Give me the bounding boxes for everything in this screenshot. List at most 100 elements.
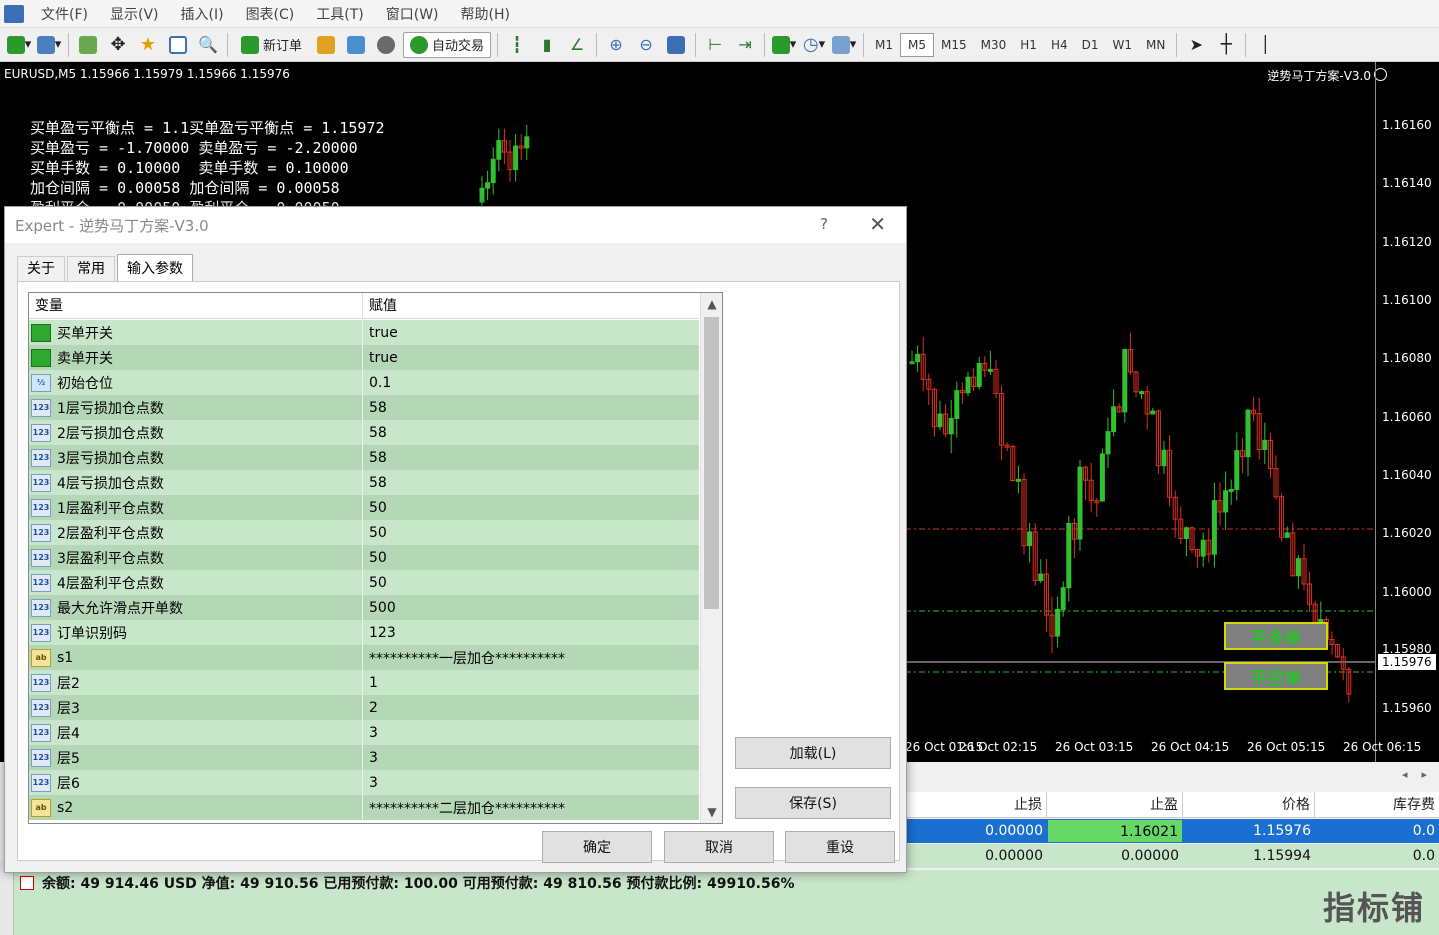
metaeditor-button[interactable]: [313, 32, 339, 58]
param-row[interactable]: 123 3层盈利平仓点数 50: [29, 545, 699, 570]
help-button[interactable]: ?: [820, 215, 828, 233]
terminal-scroll-arrows[interactable]: ◂ ▸: [905, 768, 1439, 788]
table-row[interactable]: 0.00000 1.16021 1.15976 0.0: [905, 819, 1439, 843]
profiles-button[interactable]: ▾: [36, 32, 62, 58]
param-row[interactable]: 123 层5 3: [29, 745, 699, 770]
col-price[interactable]: 价格: [1183, 792, 1315, 818]
param-row[interactable]: 123 1层亏损加仓点数 58: [29, 395, 699, 420]
menu-charts[interactable]: 图表(C): [235, 4, 306, 24]
tf-m1[interactable]: M1: [868, 33, 900, 57]
save-button[interactable]: 保存(S): [735, 787, 891, 819]
crosshair-nav-button[interactable]: ✥: [105, 32, 131, 58]
new-chart-button[interactable]: ▾: [6, 32, 32, 58]
menu-insert[interactable]: 插入(I): [170, 4, 235, 24]
param-row[interactable]: ab s2 **********二层加仓**********: [29, 795, 699, 820]
scroll-up-icon[interactable]: ▲: [701, 293, 722, 315]
signals-button[interactable]: [343, 32, 369, 58]
scroll-thumb[interactable]: [704, 317, 719, 609]
tf-m30[interactable]: M30: [974, 33, 1014, 57]
cancel-button[interactable]: 取消: [664, 831, 774, 863]
param-value[interactable]: 123: [363, 625, 396, 641]
param-row[interactable]: 123 层4 3: [29, 720, 699, 745]
col-swap[interactable]: 库存费: [1315, 792, 1439, 818]
param-value[interactable]: 3: [363, 750, 378, 766]
tf-mn[interactable]: MN: [1139, 33, 1172, 57]
param-value[interactable]: 50: [363, 500, 387, 516]
param-value[interactable]: true: [363, 350, 398, 366]
col-variable[interactable]: 变量: [29, 293, 363, 319]
param-value[interactable]: **********二层加仓**********: [363, 798, 565, 818]
param-row[interactable]: 123 层3 2: [29, 695, 699, 720]
tab-inputs[interactable]: 输入参数: [117, 254, 193, 282]
tf-m5[interactable]: M5: [900, 32, 935, 57]
candle-chart-button[interactable]: ▮: [534, 32, 560, 58]
param-value[interactable]: 58: [363, 425, 387, 441]
close-icon[interactable]: ✕: [869, 212, 886, 236]
param-value[interactable]: 50: [363, 550, 387, 566]
tf-m15[interactable]: M15: [934, 33, 974, 57]
zoom-out-button[interactable]: ⊖: [633, 32, 659, 58]
tab-about[interactable]: 关于: [17, 256, 65, 282]
tile-windows-button[interactable]: [663, 32, 689, 58]
col-sl[interactable]: 止损: [905, 792, 1047, 818]
bar-chart-button[interactable]: ┇: [504, 32, 530, 58]
param-value[interactable]: 3: [363, 725, 378, 741]
table-row[interactable]: 0.00000 0.00000 1.15994 0.0: [905, 844, 1439, 868]
menu-help[interactable]: 帮助(H): [450, 4, 521, 24]
tf-d1[interactable]: D1: [1075, 33, 1106, 57]
cursor-button[interactable]: ➤: [1183, 32, 1209, 58]
auto-trading-button[interactable]: 自动交易: [403, 31, 492, 58]
param-row[interactable]: 123 订单识别码 123: [29, 620, 699, 645]
param-value[interactable]: 500: [363, 600, 396, 616]
param-row[interactable]: ab s1 **********一层加仓**********: [29, 645, 699, 670]
load-button[interactable]: 加载(L): [735, 737, 891, 769]
tf-h1[interactable]: H1: [1013, 33, 1044, 57]
tester-button[interactable]: 🔍: [195, 32, 221, 58]
param-row[interactable]: 123 层2 1: [29, 670, 699, 695]
menu-tools[interactable]: 工具(T): [305, 4, 374, 24]
col-value[interactable]: 赋值: [363, 293, 397, 319]
param-row[interactable]: 卖单开关 true: [29, 345, 699, 370]
autoscroll-button[interactable]: ⇥: [732, 32, 758, 58]
terminal-button[interactable]: [165, 32, 191, 58]
close-sell-button[interactable]: 平空单: [1224, 662, 1328, 690]
param-row[interactable]: 123 2层盈利平仓点数 50: [29, 520, 699, 545]
param-value[interactable]: 50: [363, 525, 387, 541]
params-scrollbar[interactable]: ▲ ▼: [700, 293, 722, 823]
templates-button[interactable]: ▾: [831, 32, 857, 58]
vertical-line-button[interactable]: │: [1252, 32, 1278, 58]
crosshair-button[interactable]: ┼: [1213, 32, 1239, 58]
menu-window[interactable]: 窗口(W): [375, 4, 450, 24]
param-row[interactable]: 123 3层亏损加仓点数 58: [29, 445, 699, 470]
param-value[interactable]: 58: [363, 400, 387, 416]
param-value[interactable]: 1: [363, 675, 378, 691]
ok-button[interactable]: 确定: [542, 831, 652, 863]
param-value[interactable]: 3: [363, 775, 378, 791]
chart-shift-button[interactable]: ⊢: [702, 32, 728, 58]
param-row[interactable]: 123 1层盈利平仓点数 50: [29, 495, 699, 520]
col-tp[interactable]: 止盈: [1047, 792, 1183, 818]
close-buy-button[interactable]: 平多单: [1224, 622, 1328, 650]
periods-button[interactable]: ◷ ▾: [801, 32, 827, 58]
indicators-button[interactable]: ▾: [771, 32, 797, 58]
param-row[interactable]: 123 2层亏损加仓点数 58: [29, 420, 699, 445]
new-order-button[interactable]: 新订单: [234, 32, 309, 58]
market-button[interactable]: [373, 32, 399, 58]
param-row[interactable]: 123 4层亏损加仓点数 58: [29, 470, 699, 495]
param-row[interactable]: ½ 初始仓位 0.1: [29, 370, 699, 395]
price-scale[interactable]: 1.16160 1.16140 1.16120 1.16100 1.16080 …: [1375, 62, 1439, 762]
param-value[interactable]: **********一层加仓**********: [363, 648, 565, 668]
menu-file[interactable]: 文件(F): [30, 4, 99, 24]
param-value[interactable]: true: [363, 325, 398, 341]
param-row[interactable]: 买单开关 true: [29, 320, 699, 345]
zoom-in-button[interactable]: ⊕: [603, 32, 629, 58]
param-value[interactable]: 58: [363, 475, 387, 491]
market-watch-button[interactable]: [75, 32, 101, 58]
reset-button[interactable]: 重设: [785, 831, 895, 863]
line-chart-button[interactable]: ∠: [564, 32, 590, 58]
param-row[interactable]: 123 最大允许滑点开单数 500: [29, 595, 699, 620]
param-value[interactable]: 2: [363, 700, 378, 716]
param-value[interactable]: 0.1: [363, 375, 391, 391]
tf-w1[interactable]: W1: [1106, 33, 1140, 57]
tf-h4[interactable]: H4: [1044, 33, 1075, 57]
